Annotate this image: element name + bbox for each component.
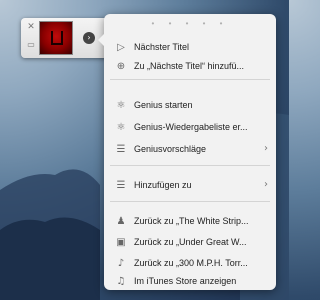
menu-item-add-to[interactable]: ☰ Hinzufügen zu › xyxy=(104,176,276,194)
genius-icon: ⚛ xyxy=(116,99,126,111)
menu-item-label: Zurück zu „The White Strip... xyxy=(134,216,249,226)
menu-item-go-to-artist[interactable]: ♟ Zurück zu „The White Strip... xyxy=(104,212,276,230)
list-icon: ☰ xyxy=(116,143,126,155)
expand-icon[interactable]: ▭ xyxy=(26,40,36,50)
itunes-store-icon: ♫ xyxy=(116,275,126,287)
genius-icon: ⚛ xyxy=(116,121,126,133)
drag-dots: • • • • • xyxy=(151,19,229,28)
menu-separator xyxy=(110,165,270,166)
menu-item-add-up-next[interactable]: ⊕ Zu „Nächste Titel“ hinzufü... xyxy=(104,57,276,75)
menu-item-label: Genius starten xyxy=(134,100,193,110)
menu-item-label: Zu „Nächste Titel“ hinzufü... xyxy=(134,61,245,71)
menu-item-next-track[interactable]: ▷ Nächster Titel xyxy=(104,38,276,56)
menu-item-start-genius[interactable]: ⚛ Genius starten xyxy=(104,96,276,114)
album-icon: ▣ xyxy=(116,236,126,248)
chevron-right-icon: › xyxy=(264,179,268,190)
menu-item-go-to-song[interactable]: ♪ Zurück zu „300 M.P.H. Torr... xyxy=(104,254,276,272)
menu-item-label: Genius-Wiedergabeliste er... xyxy=(134,122,248,132)
menu-item-genius-playlist[interactable]: ⚛ Genius-Wiedergabeliste er... xyxy=(104,118,276,136)
menu-item-label: Hinzufügen zu xyxy=(134,180,192,190)
menu-item-label: Im iTunes Store anzeigen xyxy=(134,276,237,286)
menu-item-label: Zurück zu „Under Great W... xyxy=(134,237,247,247)
menu-item-show-in-itunes-store[interactable]: ♫ Im iTunes Store anzeigen xyxy=(104,272,276,290)
song-icon: ♪ xyxy=(117,257,125,269)
close-icon[interactable]: ✕ xyxy=(26,22,36,32)
add-to-list-icon: ☰ xyxy=(116,179,126,191)
artwork-figure xyxy=(51,31,63,45)
album-artwork[interactable] xyxy=(39,21,73,55)
menu-item-label: Geniusvorschläge xyxy=(134,144,207,154)
chevron-right-icon: › xyxy=(264,143,268,154)
menu-item-genius-suggestions[interactable]: ☰ Geniusvorschläge › xyxy=(104,140,276,158)
next-track-icon: ▷ xyxy=(117,41,125,53)
menu-separator xyxy=(110,201,270,202)
context-popover-menu: • • • • • ▷ Nächster Titel ⊕ Zu „Nächste… xyxy=(98,14,276,290)
menu-item-label: Nächster Titel xyxy=(134,42,190,52)
menu-item-label: Zurück zu „300 M.P.H. Torr... xyxy=(134,258,248,268)
artist-icon: ♟ xyxy=(116,215,126,227)
menu-separator xyxy=(110,79,270,80)
more-options-icon[interactable]: › xyxy=(83,32,95,44)
add-icon: ⊕ xyxy=(116,60,126,72)
menu-item-go-to-album[interactable]: ▣ Zurück zu „Under Great W... xyxy=(104,233,276,251)
